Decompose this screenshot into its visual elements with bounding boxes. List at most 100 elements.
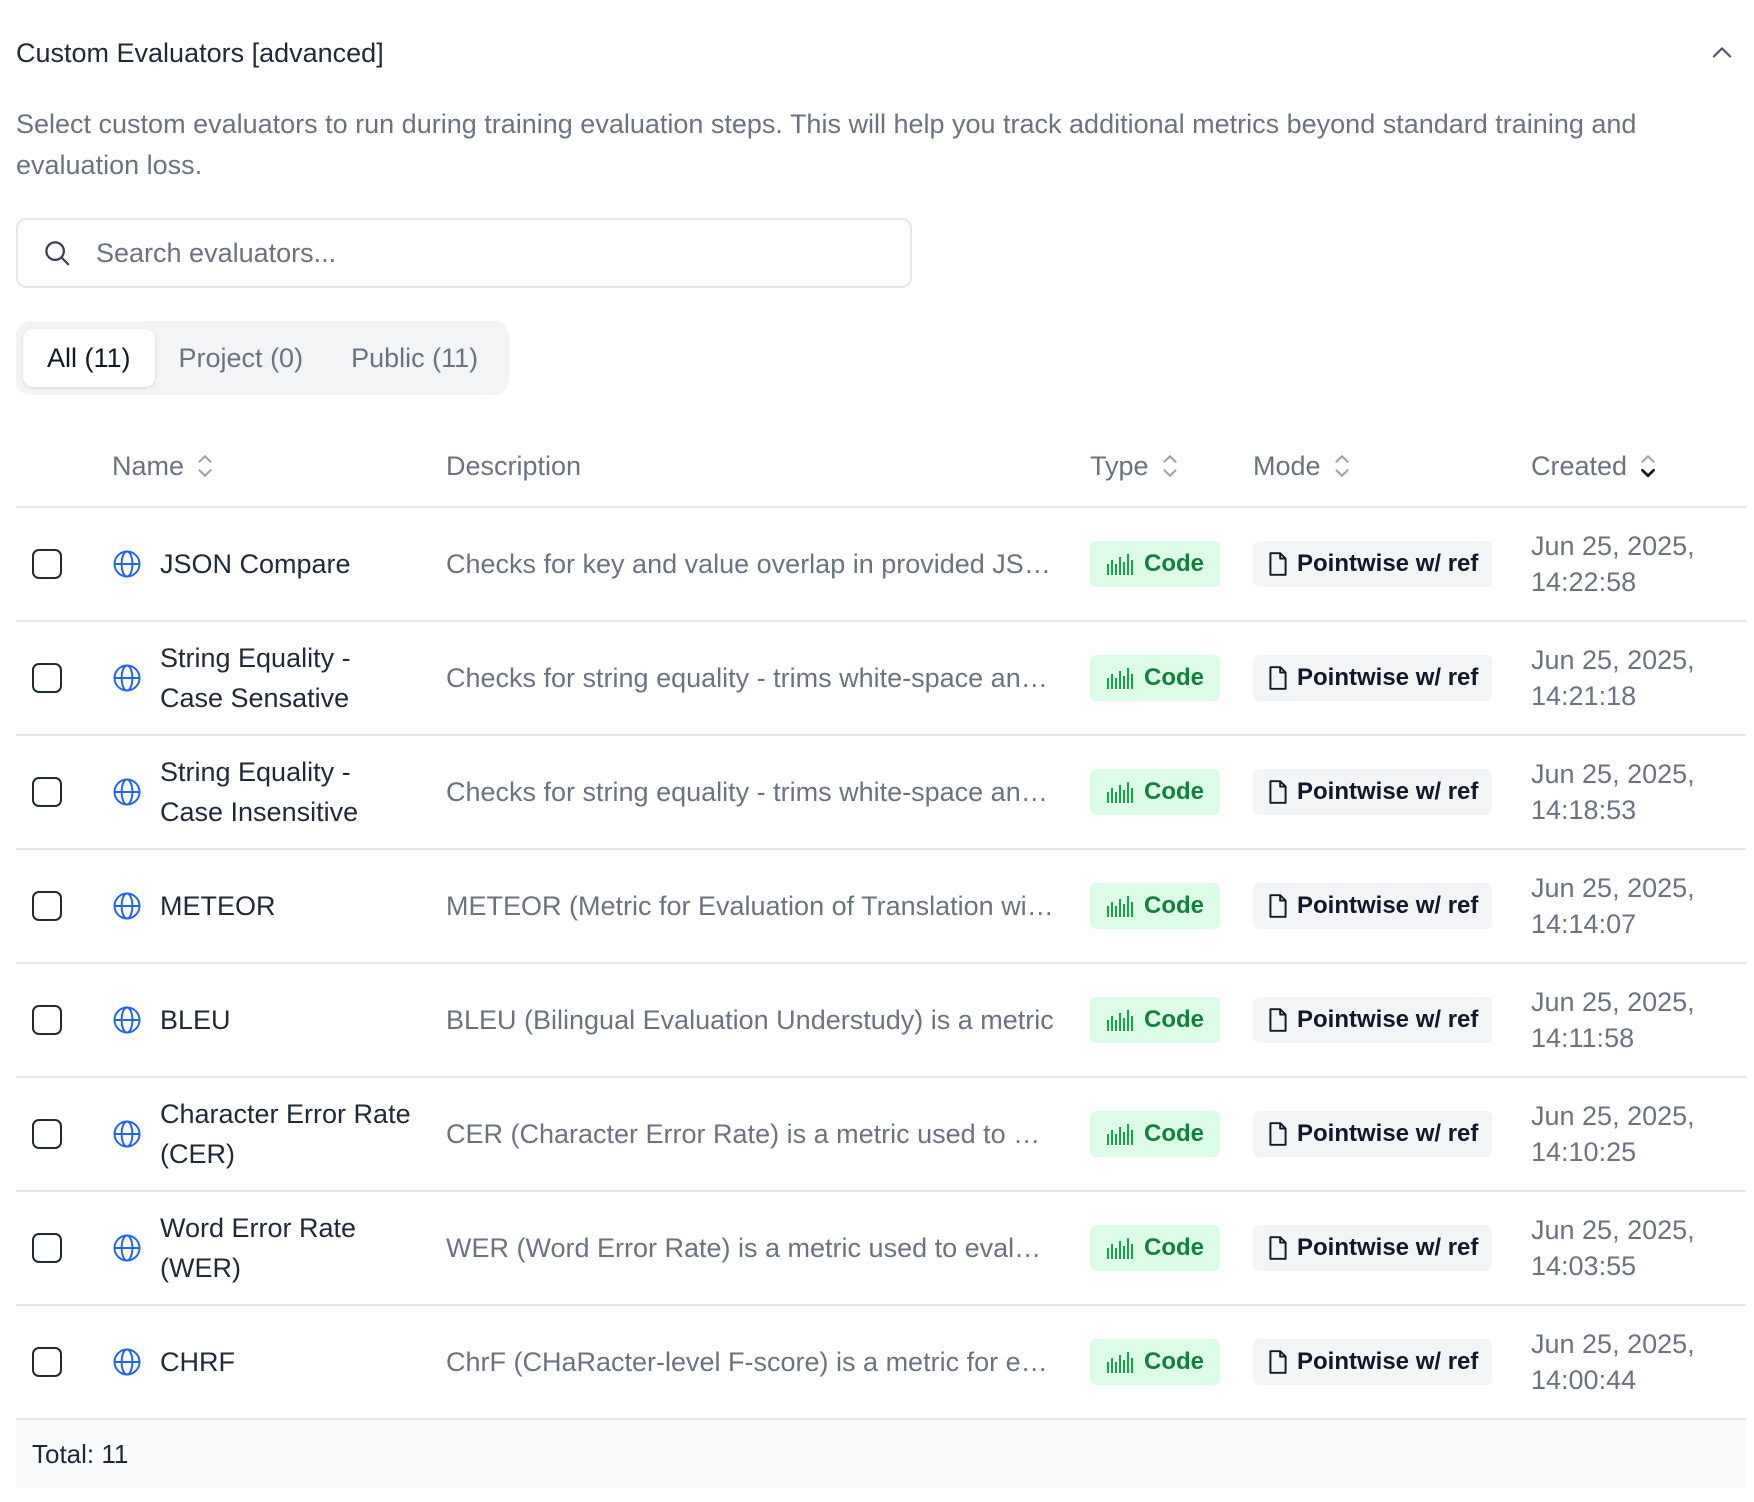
created-date: Jun 25, 2025, — [1531, 1329, 1695, 1359]
search-input[interactable] — [94, 236, 910, 270]
row-checkbox[interactable] — [32, 663, 62, 693]
code-bars-icon — [1107, 896, 1133, 917]
created-time: 14:00:44 — [1531, 1365, 1637, 1395]
table-row[interactable]: BLEU BLEU (Bilingual Evaluation Understu… — [16, 964, 1746, 1078]
type-label: Code — [1144, 778, 1204, 805]
table-footer: Total: 11 — [16, 1420, 1746, 1488]
row-checkbox[interactable] — [32, 891, 62, 921]
type-badge: Code — [1090, 1339, 1220, 1385]
row-checkbox[interactable] — [32, 777, 62, 807]
evaluators-table: Name Description Type Mode Created JSON … — [16, 426, 1746, 1488]
evaluator-name: String Equality - Case Sensative — [160, 643, 351, 713]
mode-badge: Pointwise w/ ref — [1253, 1339, 1493, 1385]
search-box[interactable] — [16, 218, 912, 288]
evaluator-name: JSON Compare — [160, 549, 351, 579]
evaluator-name: BLEU — [160, 1005, 231, 1035]
globe-icon — [113, 1234, 141, 1262]
column-header-type[interactable]: Type — [1090, 426, 1179, 506]
evaluator-description: METEOR (Metric for Evaluation of Transla… — [446, 890, 1054, 921]
mode-label: Pointwise w/ ref — [1297, 1234, 1479, 1261]
chevron-up-icon[interactable] — [1708, 39, 1736, 67]
created-timestamp: Jun 25, 2025, 14:22:58 — [1531, 528, 1695, 600]
evaluator-description: Checks for string equality - trims white… — [446, 662, 1054, 693]
created-timestamp: Jun 25, 2025, 14:03:55 — [1531, 1212, 1695, 1284]
type-badge: Code — [1090, 769, 1220, 815]
table-row[interactable]: Word Error Rate (WER) WER (Word Error Ra… — [16, 1192, 1746, 1306]
evaluator-description: BLEU (Bilingual Evaluation Understudy) i… — [446, 1004, 1054, 1035]
column-header-mode[interactable]: Mode — [1253, 426, 1351, 506]
type-label: Code — [1144, 1006, 1204, 1033]
type-badge: Code — [1090, 655, 1220, 701]
column-header-name[interactable]: Name — [112, 426, 214, 506]
mode-label: Pointwise w/ ref — [1297, 1348, 1479, 1375]
table-body: JSON Compare Checks for key and value ov… — [16, 508, 1746, 1420]
created-date: Jun 25, 2025, — [1531, 531, 1695, 561]
sort-icon — [1334, 455, 1349, 477]
column-header-created[interactable]: Created — [1531, 426, 1657, 506]
table-row[interactable]: Character Error Rate (CER) CER (Characte… — [16, 1078, 1746, 1192]
mode-label: Pointwise w/ ref — [1297, 1120, 1479, 1147]
code-bars-icon — [1107, 668, 1133, 689]
created-timestamp: Jun 25, 2025, 14:10:25 — [1531, 1098, 1695, 1170]
type-badge: Code — [1090, 1225, 1220, 1271]
evaluator-name: Character Error Rate (CER) — [160, 1099, 411, 1169]
mode-label: Pointwise w/ ref — [1297, 664, 1479, 691]
globe-icon — [113, 1348, 141, 1376]
created-date: Jun 25, 2025, — [1531, 759, 1695, 789]
type-badge: Code — [1090, 883, 1220, 929]
file-icon — [1269, 1350, 1287, 1374]
created-timestamp: Jun 25, 2025, 14:18:53 — [1531, 756, 1695, 828]
custom-evaluators-panel: Custom Evaluators [advanced] Select cust… — [0, 0, 1754, 1502]
row-checkbox[interactable] — [32, 549, 62, 579]
evaluator-name: Word Error Rate (WER) — [160, 1213, 357, 1283]
row-checkbox[interactable] — [32, 1347, 62, 1377]
section-title: Custom Evaluators [advanced] — [16, 37, 384, 68]
table-row[interactable]: METEOR METEOR (Metric for Evaluation of … — [16, 850, 1746, 964]
globe-icon — [113, 1120, 141, 1148]
type-badge: Code — [1090, 997, 1220, 1043]
column-type-label: Type — [1090, 450, 1149, 481]
code-bars-icon — [1107, 782, 1133, 803]
table-row[interactable]: CHRF ChrF (CHaRacter-level F-score) is a… — [16, 1306, 1746, 1420]
created-time: 14:11:58 — [1531, 1023, 1635, 1053]
row-checkbox[interactable] — [32, 1119, 62, 1149]
type-label: Code — [1144, 1348, 1204, 1375]
mode-label: Pointwise w/ ref — [1297, 778, 1479, 805]
created-time: 14:18:53 — [1531, 795, 1637, 825]
evaluator-name: String Equality - Case Insensitive — [160, 757, 359, 827]
tab-public[interactable]: Public (11) — [327, 329, 502, 387]
created-timestamp: Jun 25, 2025, 14:14:07 — [1531, 870, 1695, 942]
section-header[interactable]: Custom Evaluators [advanced] — [16, 28, 1746, 78]
mode-badge: Pointwise w/ ref — [1253, 769, 1493, 815]
type-label: Code — [1144, 664, 1204, 691]
created-time: 14:14:07 — [1531, 909, 1637, 939]
evaluator-description: WER (Word Error Rate) is a metric used t… — [446, 1232, 1054, 1263]
created-timestamp: Jun 25, 2025, 14:11:58 — [1531, 984, 1695, 1056]
globe-icon — [113, 778, 141, 806]
created-time: 14:22:58 — [1531, 567, 1637, 597]
table-row[interactable]: String Equality - Case Sensative Checks … — [16, 622, 1746, 736]
column-header-description: Description — [446, 426, 581, 506]
globe-icon — [113, 664, 141, 692]
row-checkbox[interactable] — [32, 1005, 62, 1035]
filter-tabs: All (11) Project (0) Public (11) — [16, 321, 510, 395]
created-date: Jun 25, 2025, — [1531, 645, 1695, 675]
mode-label: Pointwise w/ ref — [1297, 550, 1479, 577]
table-row[interactable]: String Equality - Case Insensitive Check… — [16, 736, 1746, 850]
code-bars-icon — [1107, 1352, 1133, 1373]
tab-all[interactable]: All (11) — [23, 329, 155, 387]
created-date: Jun 25, 2025, — [1531, 873, 1695, 903]
total-count: Total: 11 — [32, 1438, 129, 1469]
tab-project[interactable]: Project (0) — [155, 329, 328, 387]
created-timestamp: Jun 25, 2025, 14:21:18 — [1531, 642, 1695, 714]
created-time: 14:21:18 — [1531, 681, 1637, 711]
row-checkbox[interactable] — [32, 1233, 62, 1263]
mode-badge: Pointwise w/ ref — [1253, 541, 1493, 587]
created-date: Jun 25, 2025, — [1531, 1101, 1695, 1131]
sort-icon — [1162, 455, 1177, 477]
file-icon — [1269, 1008, 1287, 1032]
file-icon — [1269, 552, 1287, 576]
evaluator-description: ChrF (CHaRacter-level F-score) is a metr… — [446, 1346, 1054, 1377]
code-bars-icon — [1107, 1124, 1133, 1145]
table-row[interactable]: JSON Compare Checks for key and value ov… — [16, 508, 1746, 622]
